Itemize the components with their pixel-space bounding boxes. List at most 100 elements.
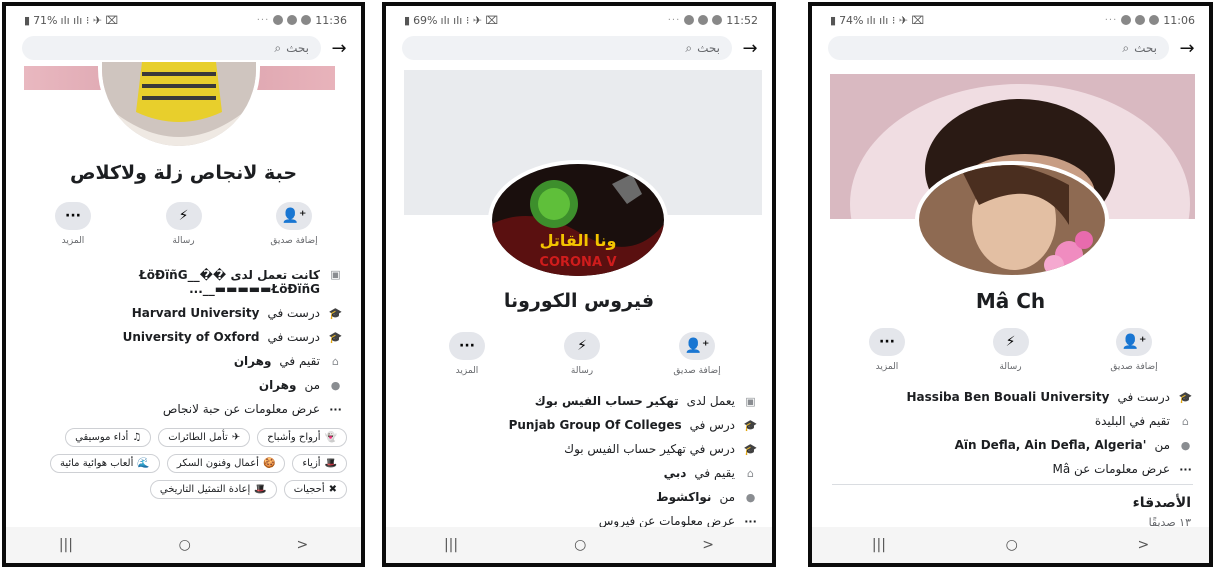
more-button[interactable]: ··· المزيد <box>422 332 512 376</box>
from-row[interactable]: ● من وهران <box>20 378 343 392</box>
more-button[interactable]: ··· المزيد <box>842 328 932 372</box>
android-nav-bar: ||| ○ > <box>6 527 361 563</box>
education-row[interactable]: 🎓 درست في Harvard University <box>20 306 343 320</box>
avatar-photo <box>102 62 256 146</box>
search-input[interactable]: ⌕ بحث <box>22 36 321 60</box>
home-button-icon[interactable]: ○ <box>179 537 191 553</box>
more-dots-icon: ··· <box>869 328 905 356</box>
education-school[interactable]: Punjab Group Of Colleges <box>509 418 682 432</box>
from-city[interactable]: نواكشوط <box>656 490 711 504</box>
hobby-chip[interactable]: 🎩 أزياء <box>292 454 347 473</box>
phone-screenshot-1: ▮ 71% ılı ılı ⁝ ✈ ⌧ ··· 11:36 ⌕ بحث → حب… <box>2 2 365 567</box>
hobby-chip[interactable]: 🍪 أعمال وفنون السكر <box>166 454 286 473</box>
search-input[interactable]: ⌕ بحث <box>402 36 732 60</box>
recent-apps-icon[interactable]: ||| <box>444 537 458 553</box>
back-button-icon[interactable]: > <box>1137 537 1149 553</box>
add-friend-button[interactable]: 👤⁺ إضافة صديق <box>1089 328 1179 372</box>
top-hat-icon: 🎩 <box>254 484 267 495</box>
hobby-chip[interactable]: ♫ أداء موسيقي <box>65 428 152 447</box>
battery-icon: ▮ <box>830 13 837 27</box>
education-row[interactable]: 🎓 درس في تهكير حساب الفيس بوك <box>400 442 758 456</box>
from-prefix: من <box>1154 438 1170 452</box>
add-friend-button[interactable]: 👤⁺ إضافة صديق <box>249 202 339 246</box>
lives-in-prefix: يقيم في <box>694 466 735 480</box>
hobby-chip[interactable]: 🌊 ألعاب هوائية مائية <box>49 454 160 473</box>
add-friend-icon: 👤⁺ <box>276 202 312 230</box>
back-button-icon[interactable]: > <box>296 537 308 553</box>
puzzle-icon: ✖ <box>328 484 337 495</box>
avatar-photo: ونا القاتل CORONA V <box>492 164 664 276</box>
see-about-text: عرض معلومات عن فيروس <box>598 514 735 528</box>
education-school[interactable]: Harvard University <box>132 306 260 320</box>
home-icon: ⌂ <box>1182 414 1189 428</box>
lives-in-row[interactable]: ⌂ يقيم في دبي <box>400 466 758 480</box>
message-button[interactable]: ⚡ رسالة <box>139 202 229 246</box>
hobby-chip[interactable]: 🎩 إعادة التمثيل التاريخي <box>149 480 277 499</box>
from-place[interactable]: 'Aïn Defla, Ain Defla, Algeria <box>955 438 1147 452</box>
briefcase-icon: ▣ <box>745 394 756 408</box>
intro-details: ▣ يعمل لدى تهكير حساب الفيس بوك 🎓 درس في… <box>400 394 758 538</box>
work-place[interactable]: تهكير حساب الفيس بوك <box>535 394 679 408</box>
work-row[interactable]: ▣ يعمل لدى تهكير حساب الفيس بوك <box>400 394 758 408</box>
hobby-chip[interactable]: ✈ تأمل الطائرات <box>158 428 251 447</box>
from-city[interactable]: وهران <box>259 378 297 392</box>
back-button-icon[interactable]: > <box>702 537 714 553</box>
message-label: رسالة <box>570 366 594 376</box>
graduation-cap-icon: 🎓 <box>743 442 758 456</box>
more-dots-icon: ··· <box>744 514 757 528</box>
hobby-label: أعمال وفنون السكر <box>176 458 259 469</box>
friends-title[interactable]: الأصدقاء <box>1133 495 1191 511</box>
back-arrow-icon[interactable]: → <box>742 38 758 59</box>
graduation-cap-icon: 🎓 <box>328 330 343 344</box>
search-input[interactable]: ⌕ بحث <box>828 36 1169 60</box>
lives-in-row[interactable]: ⌂ تقيم في البليدة <box>822 414 1193 428</box>
message-button[interactable]: ⚡ رسالة <box>537 332 627 376</box>
lives-in-city[interactable]: دبي <box>664 466 687 480</box>
from-row[interactable]: ● من 'Aïn Defla, Ain Defla, Algeria <box>822 438 1193 452</box>
home-button-icon[interactable]: ○ <box>1006 537 1018 553</box>
recent-apps-icon[interactable]: ||| <box>872 537 886 553</box>
education-row[interactable]: 🎓 درست في Hassiba Ben Bouali University <box>822 390 1193 404</box>
hobby-chip[interactable]: 👻 أرواح وأشباح <box>257 428 347 447</box>
profile-avatar[interactable] <box>98 62 260 150</box>
see-about-row[interactable]: ··· عرض معلومات عن فيروس <box>400 514 758 528</box>
hobby-label: أحجيات <box>293 484 325 495</box>
education-row[interactable]: 🎓 درست في University of Oxford <box>20 330 343 344</box>
profile-avatar[interactable] <box>915 161 1109 279</box>
add-friend-button[interactable]: 👤⁺ إضافة صديق <box>652 332 742 376</box>
education-school[interactable]: Hassiba Ben Bouali University <box>907 390 1110 404</box>
back-arrow-icon[interactable]: → <box>1179 38 1195 59</box>
search-placeholder: بحث <box>1134 41 1157 55</box>
app-notification-icon <box>1149 15 1160 25</box>
message-button[interactable]: ⚡ رسالة <box>966 328 1056 372</box>
education-school[interactable]: University of Oxford <box>123 330 260 344</box>
location-pin-icon: ● <box>330 378 341 392</box>
phone-screenshot-3: ▮ 74% ılı ılı ⁝ ✈ ⌧ ··· 11:06 ⌕ بحث → Mâ… <box>808 2 1213 567</box>
from-row[interactable]: ● من نواكشوط <box>400 490 758 504</box>
add-friend-label: إضافة صديق <box>270 236 318 246</box>
back-arrow-icon[interactable]: → <box>331 38 347 59</box>
see-about-row[interactable]: ··· عرض معلومات عن حبة لانجاص <box>20 402 343 416</box>
signal-icon: ılı ılı ⁝ ✈ ⌧ <box>866 13 925 27</box>
wave-icon: 🌊 <box>137 458 150 469</box>
more-dots-icon: ··· <box>55 202 91 230</box>
graduation-cap-icon: 🎓 <box>1178 390 1193 404</box>
hobby-label: أزياء <box>302 458 321 469</box>
status-bar: ▮ 74% ılı ılı ⁝ ✈ ⌧ ··· 11:06 <box>812 6 1209 34</box>
education-row[interactable]: 🎓 درس في Punjab Group Of Colleges <box>400 418 758 432</box>
lives-in-row[interactable]: ⌂ تقيم في وهران <box>20 354 343 368</box>
home-button-icon[interactable]: ○ <box>574 537 586 553</box>
hobby-chip[interactable]: ✖ أحجيات <box>283 480 347 499</box>
more-button[interactable]: ··· المزيد <box>28 202 118 246</box>
battery-level: 69% <box>413 13 438 27</box>
see-about-row[interactable]: ··· عرض معلومات عن Mâ <box>822 462 1193 476</box>
music-note-icon: ♫ <box>132 432 142 443</box>
recent-apps-icon[interactable]: ||| <box>59 537 73 553</box>
app-notification-icon <box>698 15 709 25</box>
profile-avatar[interactable]: ونا القاتل CORONA V <box>488 160 668 280</box>
education-prefix: درست في <box>267 330 320 344</box>
home-icon: ⌂ <box>747 466 754 480</box>
lives-in-city[interactable]: وهران <box>234 354 272 368</box>
work-row[interactable]: ▣ كانت تعمل لدى ŁöĐïñG__�� ▬▬▬▬▬ŁöĐïñG__… <box>20 268 343 296</box>
profile-name: Mâ Ch <box>975 289 1046 313</box>
